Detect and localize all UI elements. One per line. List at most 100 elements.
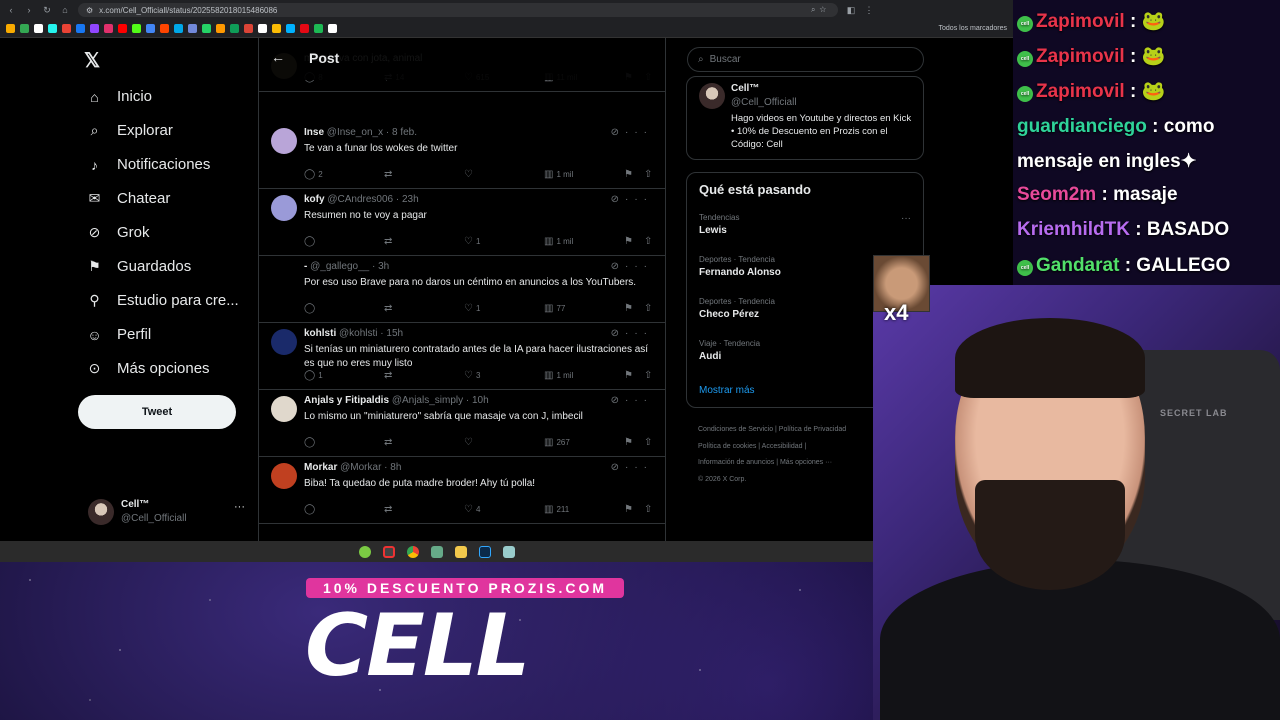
- bookmark-favicon[interactable]: [6, 24, 15, 33]
- footer-line[interactable]: Política de cookies | Accesibilidad |: [698, 439, 888, 456]
- tweet-author[interactable]: Inse: [304, 127, 324, 138]
- bookmark-button[interactable]: ⚑: [624, 370, 633, 381]
- bookmark-favicon[interactable]: [118, 24, 127, 33]
- bookmark-favicon[interactable]: [76, 24, 85, 33]
- retweet-button[interactable]: ⇄: [384, 370, 395, 381]
- tweet[interactable]: kofy @CAndres006 · 23h ⊘··· Resumen no te …: [259, 189, 665, 256]
- profile-card[interactable]: Cell™ @Cell_Officiall Hago videos en You…: [686, 76, 924, 160]
- more-horizontal-icon[interactable]: ···: [234, 501, 245, 513]
- avatar[interactable]: [271, 396, 297, 422]
- nav-bookmarks[interactable]: ⚑ Guardados: [86, 258, 191, 275]
- tweet-button[interactable]: Tweet: [78, 395, 236, 429]
- like-button[interactable]: ♡ 1: [464, 303, 480, 314]
- share-button[interactable]: ⇧: [644, 370, 652, 381]
- all-bookmarks-folder[interactable]: Todos los marcadores: [939, 25, 1007, 32]
- extensions-icon[interactable]: ◧: [846, 5, 856, 16]
- more-horizontal-icon[interactable]: ···: [625, 462, 653, 473]
- nav-home[interactable]: ⌂ Inicio: [86, 88, 152, 105]
- grok-icon[interactable]: ⊘: [611, 462, 625, 473]
- reply-button[interactable]: ◯: [304, 504, 318, 515]
- nav-grok[interactable]: ⊘ Grok: [86, 224, 150, 241]
- avatar[interactable]: [271, 195, 297, 221]
- like-button[interactable]: ♡ 3: [464, 370, 480, 381]
- bookmark-favicon[interactable]: [132, 24, 141, 33]
- views-button[interactable]: ▥ 267: [544, 437, 570, 448]
- address-bar[interactable]: ⚙ x.com/Cell_Officiall/status/2025582018…: [78, 3, 838, 17]
- nav-creator-studio[interactable]: ⚲ Estudio para cre...: [86, 292, 238, 309]
- app-icon[interactable]: [430, 545, 443, 558]
- profile-name[interactable]: Cell™: [731, 83, 759, 94]
- tweet-time[interactable]: 15h: [386, 328, 403, 339]
- like-button[interactable]: ♡: [464, 437, 476, 448]
- nav-profile[interactable]: ☺ Perfil: [86, 326, 151, 343]
- retweet-button[interactable]: ⇄: [384, 437, 395, 448]
- bookmark-favicon[interactable]: [286, 24, 295, 33]
- nav-more[interactable]: ⊙ Más opciones: [86, 360, 210, 377]
- bookmark-favicon[interactable]: [20, 24, 29, 33]
- bookmark-favicon[interactable]: [258, 24, 267, 33]
- retweet-button[interactable]: ⇄: [384, 504, 395, 515]
- avatar[interactable]: [699, 83, 725, 109]
- like-button[interactable]: ♡ 1: [464, 236, 480, 247]
- share-button[interactable]: ⇧: [644, 236, 652, 247]
- tweet-author[interactable]: kohlsti: [304, 328, 336, 339]
- avatar[interactable]: [271, 128, 297, 154]
- menu-icon[interactable]: ⋮: [864, 5, 874, 16]
- share-button[interactable]: ⇧: [644, 437, 652, 448]
- views-button[interactable]: ▥ 1 mil: [544, 370, 573, 381]
- retweet-button[interactable]: ⇄: [384, 303, 395, 314]
- tweet[interactable]: Anjals y Fitipaldis @Anjals_simply · 10h…: [259, 390, 665, 457]
- tweet[interactable]: Inse @Inse_on_x · 8 feb. ⊘··· Te van a fun…: [259, 122, 665, 189]
- address-actions-icon[interactable]: ⌕☆: [811, 5, 830, 15]
- more-horizontal-icon[interactable]: ···: [625, 261, 653, 272]
- views-button[interactable]: ▥ 211: [544, 504, 569, 515]
- reply-button[interactable]: ◯: [304, 236, 318, 247]
- more-horizontal-icon[interactable]: ···: [625, 395, 653, 406]
- nav-notifications[interactable]: ♪ Notificaciones: [86, 156, 210, 173]
- share-button[interactable]: ⇧: [644, 504, 652, 515]
- tweet-author[interactable]: kofy: [304, 194, 325, 205]
- reply-button[interactable]: ◯ 2: [304, 169, 323, 180]
- avatar[interactable]: [271, 463, 297, 489]
- more-horizontal-icon[interactable]: ···: [901, 213, 911, 224]
- reply-button[interactable]: ◯: [304, 303, 318, 314]
- bookmark-favicon[interactable]: [328, 24, 337, 33]
- reload-icon[interactable]: ↻: [42, 5, 52, 16]
- bookmark-favicon[interactable]: [62, 24, 71, 33]
- views-button[interactable]: ▥ 1 mil: [544, 169, 573, 180]
- x-logo-icon[interactable]: 𝕏: [84, 48, 100, 73]
- share-button[interactable]: ⇧: [644, 303, 652, 314]
- tweet-time[interactable]: 23h: [402, 194, 419, 205]
- photoshop-icon[interactable]: [478, 545, 491, 558]
- bookmark-favicon[interactable]: [160, 24, 169, 33]
- tweet-time[interactable]: 8h: [390, 462, 401, 473]
- share-button[interactable]: ⇧: [644, 169, 652, 180]
- nav-chat[interactable]: ✉ Chatear: [86, 190, 171, 207]
- search-input[interactable]: ⌕ Buscar: [687, 47, 924, 72]
- avatar[interactable]: [271, 329, 297, 355]
- bookmark-button[interactable]: ⚑: [624, 236, 633, 247]
- chrome-icon[interactable]: [406, 545, 419, 558]
- tweet-time[interactable]: 3h: [378, 261, 389, 272]
- tweet[interactable]: Morkar @Morkar · 8h ⊘··· Biba! Ta quedao d…: [259, 457, 665, 524]
- forward-icon[interactable]: ›: [24, 5, 34, 15]
- bookmark-favicon[interactable]: [272, 24, 281, 33]
- app-icon[interactable]: [502, 545, 515, 558]
- bookmark-favicon[interactable]: [314, 24, 323, 33]
- footer-line[interactable]: Información de anuncios | Más opciones ·…: [698, 455, 888, 472]
- footer-line[interactable]: Condiciones de Servicio | Política de Pr…: [698, 422, 888, 439]
- retweet-button[interactable]: ⇄: [384, 236, 395, 247]
- retweet-button[interactable]: ⇄: [384, 169, 395, 180]
- bookmark-favicon[interactable]: [300, 24, 309, 33]
- folder-icon[interactable]: [454, 545, 467, 558]
- bookmark-favicon[interactable]: [48, 24, 57, 33]
- grok-icon[interactable]: ⊘: [611, 194, 625, 205]
- show-more-link[interactable]: Mostrar más: [699, 385, 755, 396]
- bookmark-favicon[interactable]: [216, 24, 225, 33]
- tweet-author[interactable]: Morkar: [304, 462, 337, 473]
- grok-icon[interactable]: ⊘: [611, 328, 625, 339]
- tweet[interactable]: kohlsti @kohlsti · 15h ⊘··· Si tenías un m…: [259, 323, 665, 390]
- bookmark-button[interactable]: ⚑: [624, 504, 633, 515]
- bookmark-favicon[interactable]: [174, 24, 183, 33]
- more-horizontal-icon[interactable]: ···: [625, 328, 653, 339]
